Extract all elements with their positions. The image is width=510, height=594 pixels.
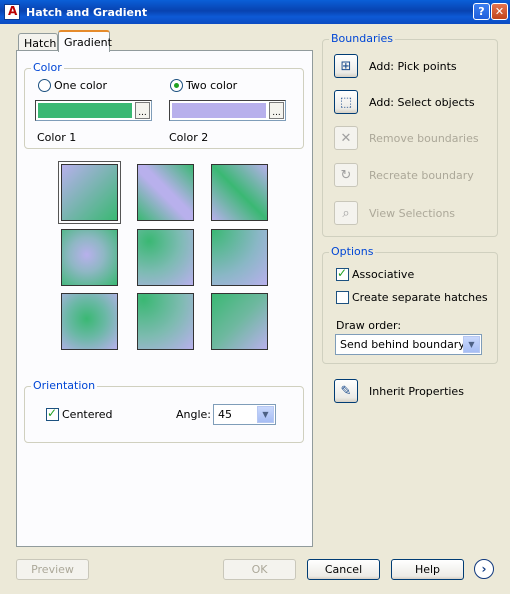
app-icon — [4, 4, 20, 20]
help-icon: ? — [478, 5, 485, 18]
color2-label: Color 2 — [169, 131, 209, 144]
ellipsis-icon: ... — [272, 108, 281, 118]
cancel-button-label: Cancel — [324, 563, 363, 576]
pick-points-icon: ⊞ — [340, 58, 352, 74]
tab-gradient-label: Gradient — [64, 35, 112, 49]
add-select-objects-button[interactable]: ⬚ — [334, 90, 358, 114]
color2-fill — [172, 103, 266, 118]
two-color-label[interactable]: Two color — [186, 79, 237, 92]
draw-order-select[interactable]: Send behind boundary ▼ — [335, 334, 482, 355]
angle-value: 45 — [218, 408, 232, 421]
ok-button-label: OK — [251, 563, 268, 576]
gradient-tile-inverted-cylinder[interactable] — [211, 164, 268, 221]
preview-button[interactable]: Preview — [16, 559, 89, 580]
color2-browse-button[interactable]: ... — [269, 102, 284, 119]
add-pick-points-button[interactable]: ⊞ — [334, 54, 358, 78]
magnifier-icon: ⌕ — [342, 205, 350, 221]
select-objects-icon: ⬚ — [339, 94, 353, 110]
help-title-button[interactable]: ? — [473, 3, 490, 20]
gradient-tile-hemispherical[interactable] — [137, 229, 194, 286]
ok-button[interactable]: OK — [223, 559, 296, 580]
recreate-boundary-icon: ↻ — [340, 167, 352, 183]
recreate-boundary-label[interactable]: Recreate boundary — [369, 169, 474, 182]
cancel-button[interactable]: Cancel — [307, 559, 380, 580]
angle-label: Angle: — [176, 408, 212, 421]
angle-select[interactable]: 45 ▼ — [213, 404, 276, 425]
centered-label[interactable]: Centered — [62, 408, 113, 421]
create-separate-hatches-checkbox[interactable] — [336, 291, 349, 304]
draw-order-value: Send behind boundary — [340, 338, 465, 351]
add-select-objects-label[interactable]: Add: Select objects — [369, 96, 475, 109]
gradient-tile-inverted-curved[interactable] — [211, 293, 268, 350]
remove-boundaries-icon: ✕ — [340, 130, 352, 146]
associative-checkbox[interactable] — [336, 266, 349, 281]
tab-gradient[interactable]: Gradient — [58, 30, 112, 52]
ellipsis-icon: ... — [138, 108, 147, 118]
window-title: Hatch and Gradient — [26, 5, 148, 19]
add-pick-points-label[interactable]: Add: Pick points — [369, 60, 457, 73]
more-options-button[interactable]: › — [474, 559, 494, 579]
gradient-tile-curved[interactable] — [211, 229, 268, 286]
orientation-group-legend: Orientation — [31, 379, 98, 392]
draw-order-label: Draw order: — [336, 319, 402, 332]
title-bar: Hatch and Gradient — [0, 0, 510, 24]
two-color-radio[interactable] — [170, 79, 183, 92]
boundaries-group-legend: Boundaries — [329, 32, 396, 45]
remove-boundaries-label[interactable]: Remove boundaries — [369, 132, 479, 145]
create-separate-hatches-label[interactable]: Create separate hatches — [352, 291, 488, 304]
tab-hatch-label: Hatch — [24, 37, 57, 50]
inherit-properties-button[interactable]: ✎ — [334, 379, 358, 403]
help-button[interactable]: Help — [391, 559, 464, 580]
color1-fill — [38, 103, 132, 118]
chevron-down-icon[interactable]: ▼ — [463, 336, 480, 353]
recreate-boundary-button[interactable]: ↻ — [334, 163, 358, 187]
color1-label: Color 1 — [37, 131, 77, 144]
associative-label[interactable]: Associative — [352, 268, 414, 281]
gradient-tile-cylinder[interactable] — [137, 164, 194, 221]
inherit-properties-icon: ✎ — [340, 383, 352, 399]
gradient-tile-inverted-hemispherical[interactable] — [137, 293, 194, 350]
gradient-tile-inverted-spherical[interactable] — [61, 293, 118, 350]
close-icon: ✕ — [494, 5, 505, 18]
remove-boundaries-button[interactable]: ✕ — [334, 126, 358, 150]
centered-checkbox[interactable] — [46, 406, 59, 421]
chevron-right-icon: › — [481, 562, 487, 576]
chevron-down-icon[interactable]: ▼ — [257, 406, 274, 423]
help-button-label: Help — [414, 563, 441, 576]
gradient-tile-spherical[interactable] — [61, 229, 118, 286]
gradient-tile-linear[interactable] — [61, 164, 118, 221]
options-group-legend: Options — [329, 245, 376, 258]
one-color-radio[interactable] — [38, 79, 51, 92]
inherit-properties-label[interactable]: Inherit Properties — [369, 385, 464, 398]
one-color-label[interactable]: One color — [54, 79, 107, 92]
color1-swatch[interactable]: ... — [35, 100, 152, 121]
color1-browse-button[interactable]: ... — [135, 102, 150, 119]
color2-swatch[interactable]: ... — [169, 100, 286, 121]
close-button[interactable]: ✕ — [491, 3, 508, 20]
view-selections-label[interactable]: View Selections — [369, 207, 455, 220]
view-selections-button[interactable]: ⌕ — [334, 201, 358, 225]
color-group-legend: Color — [31, 61, 64, 74]
preview-button-label: Preview — [31, 563, 74, 576]
